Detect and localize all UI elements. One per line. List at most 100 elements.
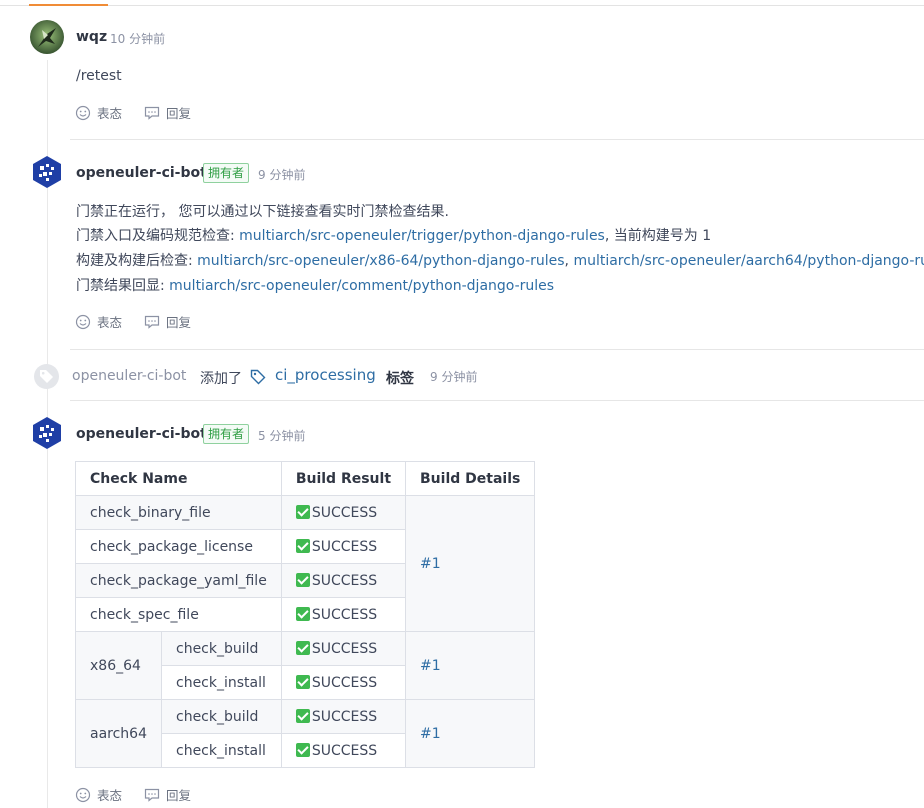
check-name: check_build: [161, 631, 282, 666]
react-button[interactable]: 表态: [75, 103, 122, 122]
build-result: SUCCESS: [280, 665, 407, 700]
build-result: SUCCESS: [280, 733, 407, 768]
reply-button[interactable]: 回复: [144, 312, 191, 331]
comment-divider: [70, 349, 924, 350]
check-mark-icon: [295, 538, 310, 553]
active-tab-indicator: [29, 4, 108, 6]
owner-badge: 拥有者: [203, 163, 250, 183]
react-label: 表态: [97, 315, 123, 330]
smile-icon: [75, 787, 91, 802]
build-result: SUCCESS: [280, 631, 407, 666]
build-result: SUCCESS: [280, 529, 407, 564]
result-text: SUCCESS: [311, 742, 378, 759]
result-text: SUCCESS: [311, 504, 378, 521]
owner-badge: 拥有者: [203, 424, 250, 444]
line2-prefix: 门禁入口及编码规范检查:: [76, 228, 240, 244]
build-result: SUCCESS: [280, 495, 407, 530]
reply-button[interactable]: 回复: [144, 785, 191, 804]
table-row: x86_64 check_build SUCCESS #1: [75, 631, 536, 700]
event-verb: 添加了: [200, 371, 242, 387]
check-mark-icon: [295, 674, 310, 689]
build-details-link[interactable]: #1: [420, 556, 441, 572]
avatar-openeuler-ci-bot[interactable]: [30, 416, 64, 450]
build-details-link[interactable]: #1: [420, 658, 441, 674]
line3-prefix: 构建及构建后检查:: [76, 253, 198, 269]
check-name: check_package_license: [75, 529, 282, 564]
reply-label: 回复: [166, 315, 192, 330]
react-button[interactable]: 表态: [75, 312, 122, 331]
result-text: SUCCESS: [311, 606, 378, 623]
result-text: SUCCESS: [311, 538, 378, 555]
comment-icon: [144, 315, 160, 329]
result-text: SUCCESS: [311, 674, 378, 691]
comment-author[interactable]: wqz: [76, 29, 107, 45]
react-label: 表态: [97, 106, 123, 121]
avatar-wqz[interactable]: [30, 20, 64, 54]
comment-line-3: 构建及构建后检查: multiarch/src-openeuler/x86-64…: [76, 249, 924, 274]
react-label: 表态: [97, 788, 123, 803]
comment-line-1: 门禁正在运行， 您可以通过以下链接查看实时门禁检查结果.: [76, 204, 449, 220]
result-text: SUCCESS: [311, 708, 378, 725]
reply-label: 回复: [166, 106, 192, 121]
smile-icon: [75, 314, 91, 329]
check-mark-icon: [295, 742, 310, 757]
comment-time: 9 分钟前: [258, 168, 306, 182]
line4-prefix: 门禁结果回显:: [76, 278, 170, 294]
tag-event-icon: [34, 364, 59, 389]
line2-suffix: , 当前构建号为 1: [604, 228, 712, 244]
header-check-name: Check Name: [75, 461, 282, 496]
check-name: check_spec_file: [75, 597, 282, 632]
check-mark-icon: [295, 640, 310, 655]
check-name: check_package_yaml_file: [75, 563, 282, 598]
arch-aarch64: aarch64: [75, 699, 162, 768]
arch-x86: x86_64: [75, 631, 162, 700]
event-time: 9 分钟前: [430, 370, 478, 384]
comment-line-4: 门禁结果回显: multiarch/src-openeuler/comment/…: [76, 274, 554, 299]
comment-author[interactable]: openeuler-ci-bot: [76, 165, 207, 181]
top-divider: [0, 5, 924, 6]
comment-result-link[interactable]: multiarch/src-openeuler/comment/python-d…: [169, 278, 554, 294]
comment-author[interactable]: openeuler-ci-bot: [76, 426, 207, 442]
build-result: SUCCESS: [280, 699, 407, 734]
reply-label: 回复: [166, 788, 192, 803]
check-name: check_build: [161, 699, 282, 734]
check-mark-icon: [295, 708, 310, 723]
comment-divider: [70, 139, 924, 140]
smile-icon: [75, 105, 91, 120]
comment-icon: [144, 106, 160, 120]
result-text: SUCCESS: [311, 640, 378, 657]
header-build-details: Build Details: [405, 461, 536, 496]
table-row: aarch64 check_build SUCCESS #1: [75, 699, 536, 768]
event-user[interactable]: openeuler-ci-bot: [72, 368, 186, 384]
header-build-result: Build Result: [280, 461, 407, 496]
build-details: #1: [405, 699, 536, 768]
avatar-openeuler-ci-bot[interactable]: [30, 155, 64, 189]
build-result: SUCCESS: [280, 563, 407, 598]
check-name: check_binary_file: [75, 495, 282, 530]
x86-build-link[interactable]: multiarch/src-openeuler/x86-64/python-dj…: [197, 253, 564, 269]
check-mark-icon: [295, 504, 310, 519]
react-button[interactable]: 表态: [75, 785, 122, 804]
event-label-word: 标签: [386, 371, 414, 387]
reply-button[interactable]: 回复: [144, 103, 191, 122]
build-details: #1: [405, 631, 536, 700]
label-ci-processing[interactable]: ci_processing: [275, 366, 376, 384]
comment-icon: [144, 788, 160, 802]
aarch64-build-link[interactable]: multiarch/src-openeuler/aarch64/python-d…: [573, 253, 924, 269]
comment-body: /retest: [76, 68, 122, 84]
check-name: check_install: [161, 733, 282, 768]
trigger-link[interactable]: multiarch/src-openeuler/trigger/python-d…: [239, 228, 605, 244]
comment-time: 10 分钟前: [110, 32, 166, 46]
build-results-table: Check Name Build Result Build Details ch…: [75, 461, 536, 768]
build-result: SUCCESS: [280, 597, 407, 632]
build-details-link[interactable]: #1: [420, 726, 441, 742]
tag-icon: [250, 369, 266, 385]
comment-divider: [70, 400, 924, 401]
build-details: #1: [405, 495, 536, 632]
table-row: check_binary_file SUCCESS #1: [75, 495, 536, 632]
comment-line-2: 门禁入口及编码规范检查: multiarch/src-openeuler/tri…: [76, 224, 711, 249]
check-name: check_install: [161, 665, 282, 700]
comment-time: 5 分钟前: [258, 429, 306, 443]
check-mark-icon: [295, 572, 310, 587]
result-text: SUCCESS: [311, 572, 378, 589]
